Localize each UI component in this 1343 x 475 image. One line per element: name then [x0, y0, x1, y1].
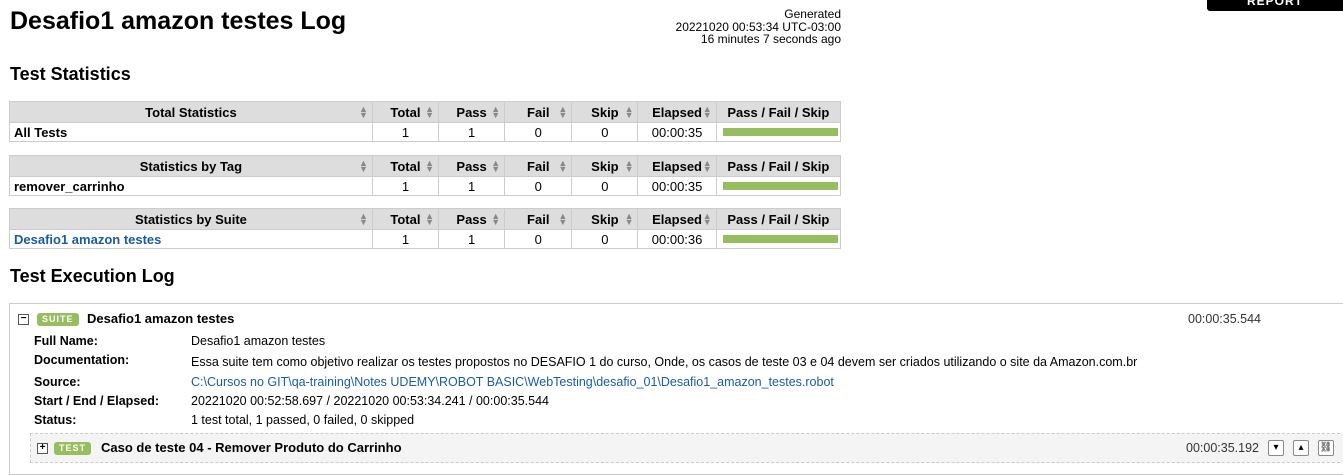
stat-skip: 0: [571, 122, 639, 142]
col-header-graph[interactable]: Pass / Fail / Skip: [715, 208, 842, 230]
chevron-up-icon[interactable]: ▴: [1293, 440, 1309, 456]
stat-graph: [715, 229, 842, 249]
col-header-elapsed[interactable]: Elapsed ▲ ▼: [637, 101, 717, 123]
col-header-pass[interactable]: Pass ▲ ▼: [438, 208, 506, 230]
stat-total: 1: [371, 122, 440, 142]
col-header-elapsed[interactable]: Elapsed ▲ ▼: [637, 155, 717, 177]
stat-fail: 0: [504, 229, 573, 249]
col-header-pass[interactable]: Pass ▲ ▼: [438, 101, 506, 123]
tag-statistics-table: Statistics by Tag ▲ ▼ Total ▲ ▼ Pass ▲ ▼ Fail ▲…: [9, 155, 842, 196]
page-title: Desafio1 amazon testes Log: [10, 7, 347, 35]
sort-icon: ▲ ▼: [358, 104, 368, 120]
generated-label: Generated: [784, 7, 841, 21]
stat-pass: 1: [438, 122, 506, 142]
stat-skip: 0: [571, 176, 639, 196]
stat-pass: 1: [438, 176, 506, 196]
col-header-skip[interactable]: Skip ▲ ▼: [571, 101, 639, 123]
col-header-fail[interactable]: Fail ▲ ▼: [504, 208, 573, 230]
col-header-skip[interactable]: Skip ▲ ▼: [571, 208, 639, 230]
sort-icon: ▲ ▼: [425, 158, 435, 174]
sort-icon: ▲ ▼: [491, 211, 501, 227]
link-icon[interactable]: ⛓: [1318, 440, 1334, 456]
stat-name: All Tests: [9, 122, 373, 142]
col-header-fail[interactable]: Fail ▲ ▼: [504, 155, 573, 177]
stat-total: 1: [371, 176, 440, 196]
sort-icon: ▲ ▼: [702, 211, 712, 227]
execution-log-heading: Test Execution Log: [10, 266, 175, 286]
col-header-pass[interactable]: Pass ▲ ▼: [438, 155, 506, 177]
sort-icon: ▲ ▼: [558, 211, 568, 227]
stat-pass: 1: [438, 229, 506, 249]
col-header-graph[interactable]: Pass / Fail / Skip: [715, 155, 842, 177]
statistics-heading: Test Statistics: [10, 64, 131, 84]
col-header-total[interactable]: Total ▲ ▼: [371, 208, 440, 230]
meta-value-times: 20221020 00:52:58.697 / 20221020 00:53:3…: [191, 394, 549, 408]
stat-graph: [715, 176, 842, 196]
stat-fail: 0: [504, 176, 573, 196]
col-header-total[interactable]: Total ▲ ▼: [371, 101, 440, 123]
test-name[interactable]: Caso de teste 04 - Remover Produto do Ca…: [101, 440, 402, 455]
col-header-skip[interactable]: Skip ▲ ▼: [571, 155, 639, 177]
table-row: Desafio1 amazon testes 1 1 0 0 00:00:36: [9, 229, 842, 249]
sort-icon: ▲ ▼: [425, 211, 435, 227]
meta-key-documentation: Documentation:: [34, 353, 130, 367]
stat-total: 1: [371, 229, 440, 249]
source-link[interactable]: C:\Cursos no GIT\qa-training\Notes UDEMY…: [191, 375, 834, 389]
minus-icon[interactable]: −: [18, 314, 29, 325]
stat-fail: 0: [504, 122, 573, 142]
suite-statistics-table: Statistics by Suite ▲ ▼ Total ▲ ▼ Pass ▲ ▼ Fai…: [9, 208, 842, 249]
sort-icon: ▲ ▼: [624, 211, 634, 227]
suite-elapsed: 00:00:35.544: [1188, 312, 1261, 326]
suite-name[interactable]: Desafio1 amazon testes: [87, 311, 234, 326]
col-header-name[interactable]: Statistics by Suite ▲ ▼: [9, 208, 373, 230]
sort-icon: ▲ ▼: [624, 104, 634, 120]
plus-icon[interactable]: +: [37, 443, 48, 454]
meta-key-times: Start / End / Elapsed:: [34, 394, 160, 408]
stat-elapsed: 00:00:35: [637, 176, 717, 196]
col-header-name[interactable]: Total Statistics ▲ ▼: [9, 101, 373, 123]
generated-ago: 16 minutes 7 seconds ago: [700, 32, 841, 46]
col-header-total[interactable]: Total ▲ ▼: [371, 155, 440, 177]
test-elapsed: 00:00:35.192: [1186, 441, 1259, 455]
sort-icon: ▲ ▼: [358, 211, 368, 227]
report-button[interactable]: REPORT: [1207, 0, 1343, 11]
sort-icon: ▲ ▼: [425, 104, 435, 120]
pass-bar: [722, 128, 838, 136]
sort-icon: ▲ ▼: [702, 158, 712, 174]
sort-icon: ▲ ▼: [624, 158, 634, 174]
stat-elapsed: 00:00:35: [637, 122, 717, 142]
col-header-elapsed[interactable]: Elapsed ▲ ▼: [637, 208, 717, 230]
meta-value-status: 1 test total, 1 passed, 0 failed, 0 skip…: [191, 413, 415, 427]
sort-icon: ▲ ▼: [702, 104, 712, 120]
test-element[interactable]: + TEST Caso de teste 04 - Remover Produt…: [30, 433, 1343, 463]
test-label: TEST: [54, 442, 92, 455]
sort-icon: ▲ ▼: [558, 158, 568, 174]
pass-bar: [722, 235, 838, 243]
suite-element: − SUITE Desafio1 amazon testes 00:00:35.…: [9, 303, 1343, 475]
stat-elapsed: 00:00:36: [637, 229, 717, 249]
meta-value-full-name: Desafio1 amazon testes: [191, 334, 326, 348]
total-statistics-table: Total Statistics ▲ ▼ Total ▲ ▼ Pass ▲ ▼ Fail ▲ ▼…: [9, 101, 842, 142]
stat-graph: [715, 122, 842, 142]
table-row: All Tests 1 1 0 0 00:00:35: [9, 122, 842, 142]
chevron-down-icon[interactable]: ▾: [1268, 440, 1284, 456]
meta-value-documentation: Essa suite tem como objetivo realizar os…: [191, 355, 1138, 369]
sort-icon: ▲ ▼: [358, 158, 368, 174]
stat-name: remover_carrinho: [9, 176, 373, 196]
sort-icon: ▲ ▼: [491, 104, 501, 120]
generated-info: Generated 20221020 00:53:34 UTC-03:00 16…: [600, 8, 841, 46]
pass-bar: [722, 182, 838, 190]
meta-key-status: Status:: [34, 413, 77, 427]
col-header-name[interactable]: Statistics by Tag ▲ ▼: [9, 155, 373, 177]
col-header-graph[interactable]: Pass / Fail / Skip: [715, 101, 842, 123]
suite-link[interactable]: Desafio1 amazon testes: [9, 229, 373, 249]
sort-icon: ▲ ▼: [558, 104, 568, 120]
sort-icon: ▲ ▼: [491, 158, 501, 174]
suite-label: SUITE: [37, 313, 79, 326]
meta-key-full-name: Full Name:: [34, 334, 98, 348]
col-header-fail[interactable]: Fail ▲ ▼: [504, 101, 573, 123]
meta-key-source: Source:: [34, 375, 81, 389]
stat-skip: 0: [571, 229, 639, 249]
table-row: remover_carrinho 1 1 0 0 00:00:35: [9, 176, 842, 196]
